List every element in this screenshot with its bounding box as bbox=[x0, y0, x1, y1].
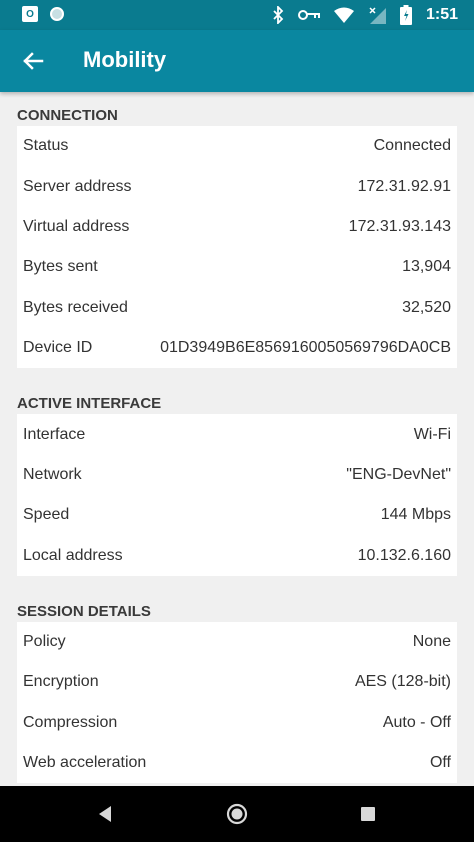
system-nav-bar bbox=[0, 786, 474, 842]
nav-back-icon[interactable] bbox=[93, 802, 117, 826]
battery-icon bbox=[399, 5, 412, 25]
row-label: Web acceleration bbox=[23, 754, 147, 772]
status-time: 1:51 bbox=[425, 6, 458, 23]
row-value: Wi-Fi bbox=[413, 425, 451, 443]
section-header-active-interface: ACTIVE INTERFACE bbox=[17, 395, 162, 413]
section-header-session-details: SESSION DETAILS bbox=[17, 602, 151, 620]
row-label: Policy bbox=[23, 633, 66, 651]
row-value: 32,520 bbox=[402, 298, 451, 316]
row-label: Device ID bbox=[23, 339, 93, 357]
row-label: Status bbox=[23, 137, 69, 155]
row-label: Server address bbox=[23, 177, 132, 195]
nav-home-icon[interactable] bbox=[225, 802, 249, 826]
details-content[interactable]: CONNECTION Status Connected Server addres… bbox=[0, 92, 474, 786]
bluetooth-icon bbox=[273, 6, 284, 24]
row-value: 144 Mbps bbox=[380, 506, 451, 524]
row-label: Interface bbox=[23, 425, 86, 443]
row-value: 13,904 bbox=[402, 258, 451, 276]
row-value: AES (128-bit) bbox=[354, 673, 451, 691]
row-value: Connected bbox=[373, 137, 451, 155]
connection-card: Status Connected Server address 172.31.92.… bbox=[17, 126, 457, 369]
detail-row: Network "ENG-DevNet" bbox=[17, 455, 457, 495]
detail-row: Interface Wi-Fi bbox=[17, 414, 457, 454]
detail-row: Status Connected bbox=[17, 126, 457, 166]
signal-icon bbox=[369, 7, 386, 24]
row-label: Encryption bbox=[23, 673, 99, 691]
row-value: 172.31.93.143 bbox=[348, 217, 451, 235]
nav-recents-icon[interactable] bbox=[356, 802, 380, 826]
detail-row: Policy None bbox=[17, 622, 457, 662]
detail-row: Bytes sent 13,904 bbox=[17, 247, 457, 287]
row-label: Local address bbox=[23, 546, 123, 564]
detail-row: Device ID 01D3949B6E8569160050569796DA0CB bbox=[17, 328, 457, 368]
page-title: Mobility bbox=[83, 47, 167, 72]
row-label: Virtual address bbox=[23, 217, 130, 235]
vpn-key-icon bbox=[297, 10, 320, 20]
row-label: Bytes sent bbox=[23, 258, 98, 276]
detail-row: Bytes received 32,520 bbox=[17, 288, 457, 328]
app-bar: Mobility bbox=[0, 30, 474, 92]
detail-row: Speed 144 Mbps bbox=[17, 495, 457, 535]
row-label: Compression bbox=[23, 713, 118, 731]
section-header-connection: CONNECTION bbox=[17, 107, 118, 124]
row-label: Speed bbox=[23, 506, 70, 524]
detail-row: Compression Auto - Off bbox=[17, 703, 457, 743]
outlook-letter: O bbox=[26, 8, 34, 20]
status-bar: O 1:51 bbox=[0, 0, 474, 30]
row-value: 01D3949B6E8569160050569796DA0CB bbox=[160, 339, 451, 357]
detail-row: Virtual address 172.31.93.143 bbox=[17, 207, 457, 247]
detail-row: Web acceleration Off bbox=[17, 743, 457, 783]
row-label: Network bbox=[23, 465, 82, 483]
notification-dot-icon bbox=[50, 7, 64, 21]
detail-row: Server address 172.31.92.91 bbox=[17, 166, 457, 206]
detail-row: Local address 10.132.6.160 bbox=[17, 536, 457, 576]
row-value: Auto - Off bbox=[382, 713, 451, 731]
row-value: 10.132.6.160 bbox=[357, 546, 451, 564]
row-value: None bbox=[412, 633, 451, 651]
row-label: Bytes received bbox=[23, 298, 128, 316]
outlook-icon: O bbox=[22, 6, 38, 22]
row-value: 172.31.92.91 bbox=[357, 177, 451, 195]
session-details-card: Policy None Encryption AES (128-bit) Compr… bbox=[17, 621, 457, 784]
detail-row: Encryption AES (128-bit) bbox=[17, 662, 457, 702]
active-interface-card: Interface Wi-Fi Network "ENG-DevNet" Speed… bbox=[17, 414, 457, 576]
back-arrow-icon[interactable] bbox=[14, 42, 52, 80]
row-value: "ENG-DevNet" bbox=[346, 465, 451, 483]
wifi-icon bbox=[333, 7, 354, 23]
row-value: Off bbox=[429, 754, 451, 772]
